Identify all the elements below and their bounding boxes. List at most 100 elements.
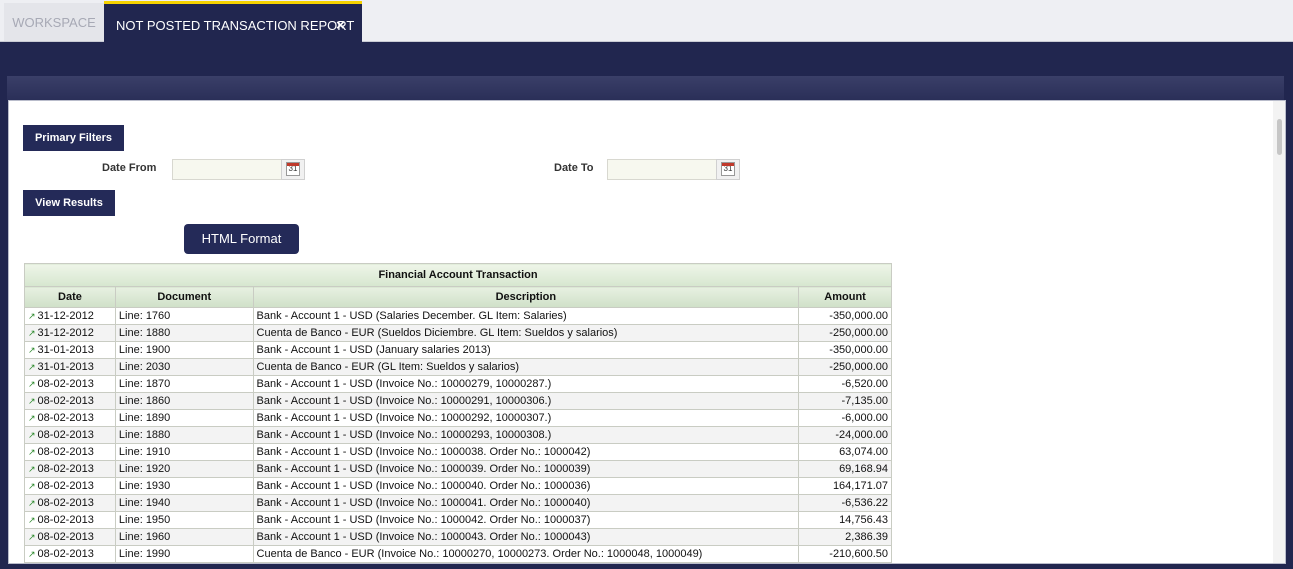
date-cell[interactable]: ↗ 08-02-2013 [24, 477, 116, 495]
date-cell[interactable]: ↗ 08-02-2013 [24, 426, 116, 444]
document-cell: Line: 1950 [114, 511, 254, 529]
date-cell[interactable]: ↗ 31-12-2012 [24, 307, 116, 325]
date-cell[interactable]: ↗ 31-12-2012 [24, 324, 116, 342]
document-cell: Line: 2030 [114, 358, 254, 376]
date-cell[interactable]: ↗ 31-01-2013 [24, 358, 116, 376]
open-link-icon[interactable]: ↗ [28, 532, 36, 542]
primary-filters-button[interactable]: Primary Filters [23, 125, 124, 151]
date-value[interactable]: 31-12-2012 [38, 310, 94, 322]
date-from-calendar-button[interactable]: 31 [281, 159, 305, 180]
open-link-icon[interactable]: ↗ [28, 481, 36, 491]
date-cell[interactable]: ↗ 08-02-2013 [24, 460, 116, 478]
view-results-button[interactable]: View Results [23, 190, 115, 216]
date-value[interactable]: 31-01-2013 [38, 361, 94, 373]
description-cell: Cuenta de Banco - EUR (GL Item: Sueldos … [252, 358, 800, 376]
date-cell[interactable]: ↗ 08-02-2013 [24, 375, 116, 393]
amount-cell: -6,000.00 [798, 409, 892, 427]
html-format-button[interactable]: HTML Format [184, 224, 299, 254]
open-link-icon[interactable]: ↗ [28, 328, 36, 338]
document-cell: Line: 1880 [114, 426, 254, 444]
column-header-description: Description [252, 286, 800, 308]
document-cell: Line: 1910 [114, 443, 254, 461]
date-to-input[interactable] [607, 159, 717, 180]
column-header-date: Date [24, 286, 116, 308]
date-to-calendar-button[interactable]: 31 [716, 159, 740, 180]
date-value[interactable]: 08-02-2013 [38, 548, 94, 560]
table-row: ↗ 08-02-2013 Line: 1930 Bank - Account 1 - … [24, 477, 892, 495]
amount-cell: -350,000.00 [798, 307, 892, 325]
date-cell[interactable]: ↗ 08-02-2013 [24, 545, 116, 563]
table-row: ↗ 08-02-2013 Line: 1920 Bank - Account 1 - … [24, 460, 892, 478]
table-row: ↗ 31-12-2012 Line: 1760 Bank - Account 1 - … [24, 307, 892, 325]
document-cell: Line: 1890 [114, 409, 254, 427]
description-cell: Cuenta de Banco - EUR (Sueldos Diciembre… [252, 324, 800, 342]
date-value[interactable]: 08-02-2013 [38, 446, 94, 458]
open-link-icon[interactable]: ↗ [28, 362, 36, 372]
date-value[interactable]: 08-02-2013 [38, 514, 94, 526]
document-cell: Line: 1960 [114, 528, 254, 546]
description-cell: Bank - Account 1 - USD (Invoice No.: 100… [252, 494, 800, 512]
amount-cell: 63,074.00 [798, 443, 892, 461]
date-value[interactable]: 08-02-2013 [38, 378, 94, 390]
open-link-icon[interactable]: ↗ [28, 430, 36, 440]
date-cell[interactable]: ↗ 08-02-2013 [24, 409, 116, 427]
document-cell: Line: 1880 [114, 324, 254, 342]
close-icon[interactable]: × [336, 4, 345, 48]
table-row: ↗ 08-02-2013 Line: 1950 Bank - Account 1 - … [24, 511, 892, 529]
amount-cell: -210,600.50 [798, 545, 892, 563]
date-value[interactable]: 31-01-2013 [38, 344, 94, 356]
date-cell[interactable]: ↗ 08-02-2013 [24, 494, 116, 512]
open-link-icon[interactable]: ↗ [28, 413, 36, 423]
table-row: ↗ 08-02-2013 Line: 1960 Bank - Account 1 - … [24, 528, 892, 546]
open-link-icon[interactable]: ↗ [28, 345, 36, 355]
open-link-icon[interactable]: ↗ [28, 396, 36, 406]
column-header-document: Document [114, 286, 254, 308]
date-from-input[interactable] [172, 159, 282, 180]
document-cell: Line: 1990 [114, 545, 254, 563]
open-link-icon[interactable]: ↗ [28, 515, 36, 525]
date-value[interactable]: 08-02-2013 [38, 531, 94, 543]
scrollbar-thumb[interactable] [1277, 119, 1282, 155]
open-link-icon[interactable]: ↗ [28, 447, 36, 457]
date-value[interactable]: 08-02-2013 [38, 395, 94, 407]
amount-cell: -250,000.00 [798, 358, 892, 376]
open-link-icon[interactable]: ↗ [28, 464, 36, 474]
tab-not-posted-transaction-report[interactable]: NOT POSTED TRANSACTION REPORT × [104, 1, 362, 44]
vertical-scrollbar[interactable] [1273, 101, 1285, 563]
open-link-icon[interactable]: ↗ [28, 498, 36, 508]
open-link-icon[interactable]: ↗ [28, 549, 36, 559]
date-cell[interactable]: ↗ 08-02-2013 [24, 528, 116, 546]
document-cell: Line: 1760 [114, 307, 254, 325]
date-cell[interactable]: ↗ 08-02-2013 [24, 511, 116, 529]
tab-workspace[interactable]: WORKSPACE [4, 3, 104, 41]
date-value[interactable]: 08-02-2013 [38, 412, 94, 424]
table-row: ↗ 08-02-2013 Line: 1870 Bank - Account 1 - … [24, 375, 892, 393]
tab-bar: WORKSPACE NOT POSTED TRANSACTION REPORT … [0, 0, 1293, 44]
date-cell[interactable]: ↗ 08-02-2013 [24, 392, 116, 410]
document-cell: Line: 1920 [114, 460, 254, 478]
table-row: ↗ 08-02-2013 Line: 1880 Bank - Account 1 - … [24, 426, 892, 444]
date-value[interactable]: 08-02-2013 [38, 497, 94, 509]
open-link-icon[interactable]: ↗ [28, 311, 36, 321]
date-value[interactable]: 08-02-2013 [38, 480, 94, 492]
date-value[interactable]: 08-02-2013 [38, 463, 94, 475]
report-panel: Primary Filters Date From 31 Date To 31 … [8, 100, 1286, 564]
document-cell: Line: 1940 [114, 494, 254, 512]
description-cell: Bank - Account 1 - USD (Invoice No.: 100… [252, 460, 800, 478]
amount-cell: 69,168.94 [798, 460, 892, 478]
open-link-icon[interactable]: ↗ [28, 379, 36, 389]
date-value[interactable]: 31-12-2012 [38, 327, 94, 339]
date-from-label: Date From [102, 162, 157, 174]
document-cell: Line: 1900 [114, 341, 254, 359]
table-row: ↗ 08-02-2013 Line: 1890 Bank - Account 1 - … [24, 409, 892, 427]
date-cell[interactable]: ↗ 31-01-2013 [24, 341, 116, 359]
description-cell: Bank - Account 1 - USD (Invoice No.: 100… [252, 477, 800, 495]
description-cell: Bank - Account 1 - USD (Salaries Decembe… [252, 307, 800, 325]
date-cell[interactable]: ↗ 08-02-2013 [24, 443, 116, 461]
document-cell: Line: 1930 [114, 477, 254, 495]
description-cell: Bank - Account 1 - USD (January salaries… [252, 341, 800, 359]
amount-cell: -6,536.22 [798, 494, 892, 512]
amount-cell: -24,000.00 [798, 426, 892, 444]
date-value[interactable]: 08-02-2013 [38, 429, 94, 441]
table-row: ↗ 08-02-2013 Line: 1990 Cuenta de Banco - E… [24, 545, 892, 563]
